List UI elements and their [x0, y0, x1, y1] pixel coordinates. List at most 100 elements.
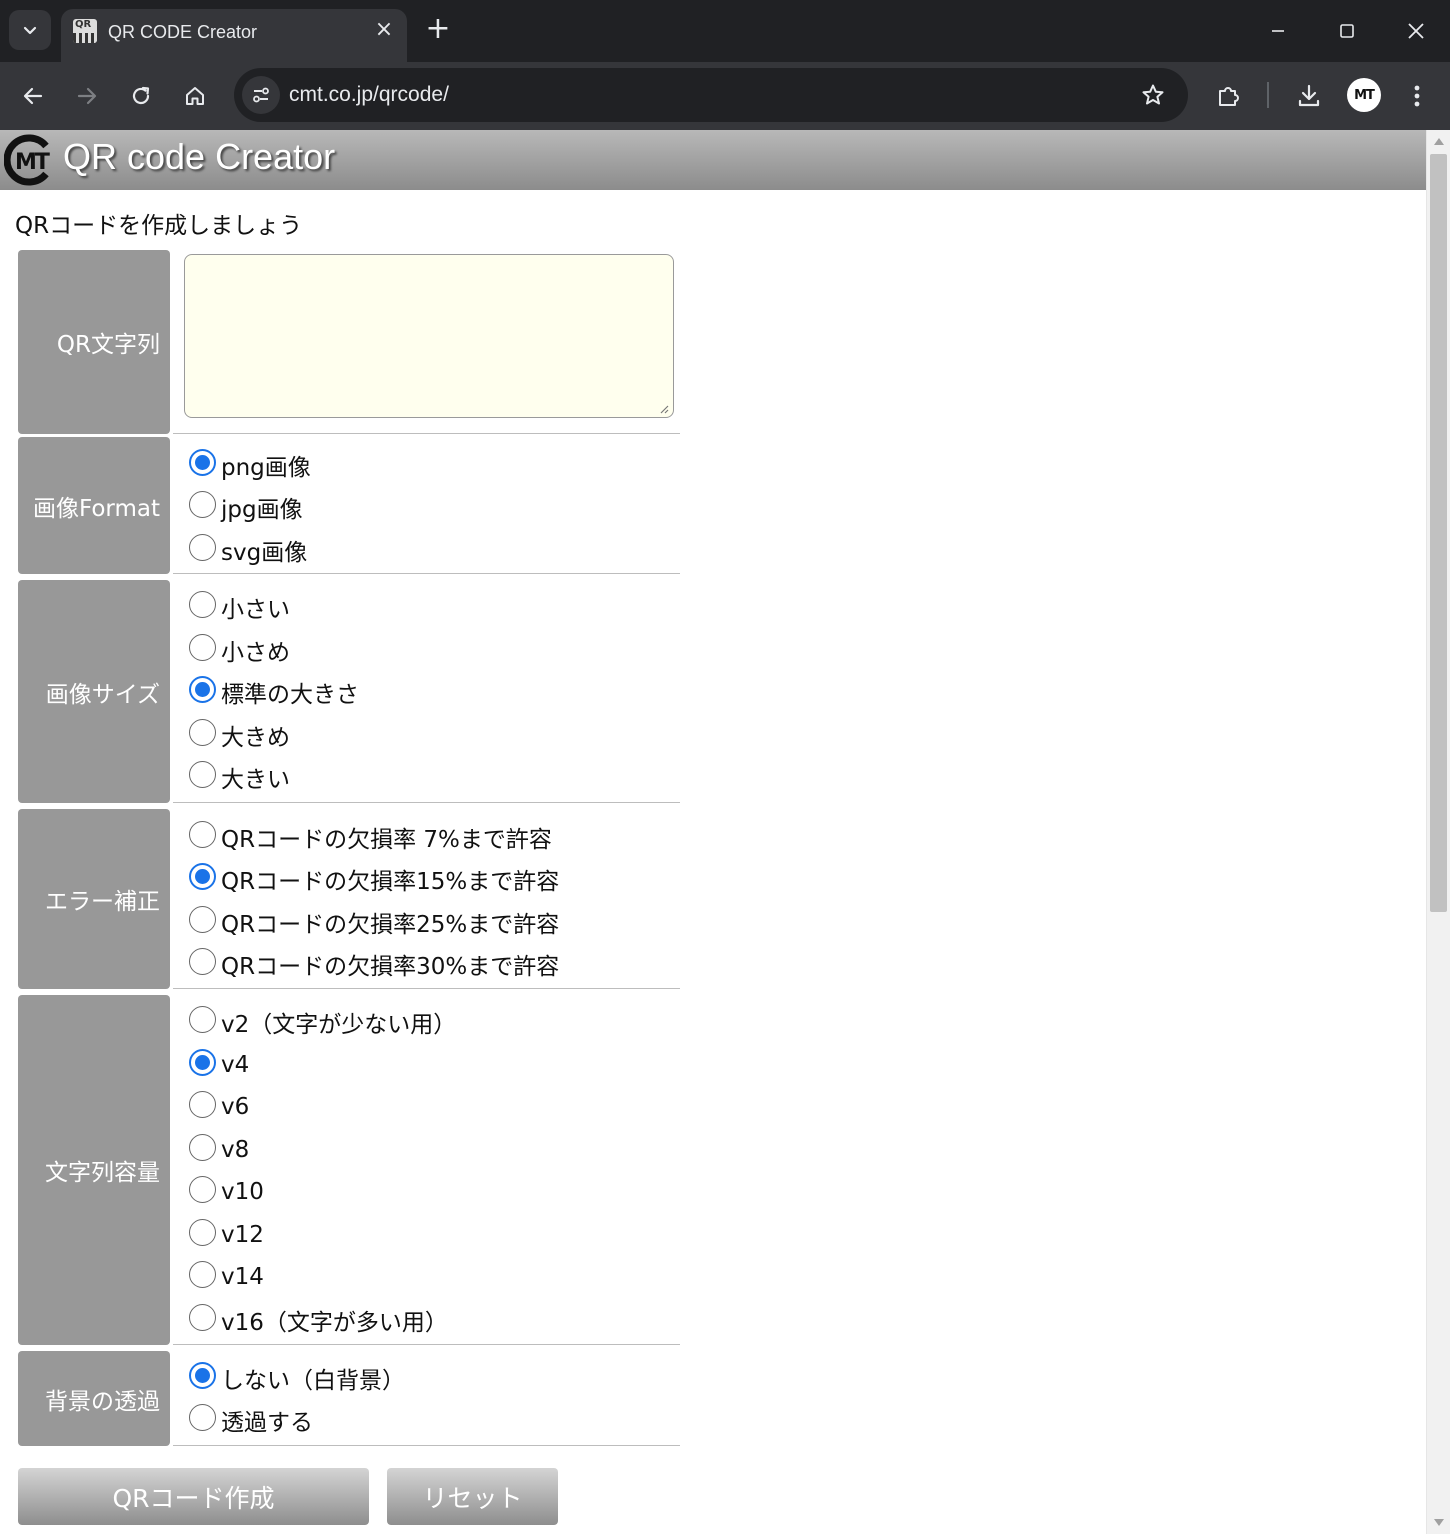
capacity-option-v16[interactable]: v16（文字が多い用）	[189, 1300, 448, 1340]
radio-button[interactable]	[189, 633, 216, 661]
option-label: QRコードの欠損率25%まで許容	[221, 912, 560, 938]
more-menu-icon[interactable]	[1399, 78, 1435, 114]
qr-text-cell	[173, 250, 680, 434]
tab-title: QR CODE Creator	[108, 22, 258, 42]
capacity-option-v12[interactable]: v12	[189, 1215, 264, 1255]
option-label: v16（文字が多い用）	[221, 1310, 448, 1336]
radio-button[interactable]	[189, 718, 216, 746]
minimize-window-icon[interactable]	[1258, 14, 1298, 48]
maximize-window-icon[interactable]	[1327, 14, 1367, 48]
option-label: v2（文字が少ない用）	[221, 1012, 457, 1038]
radio-button[interactable]	[189, 820, 216, 848]
row-qr-text: QR文字列	[18, 250, 680, 434]
radio-button[interactable]	[189, 1090, 216, 1118]
capacity-option-v10[interactable]: v10	[189, 1172, 264, 1212]
radio-button[interactable]	[189, 947, 216, 975]
option-label: v12	[221, 1222, 264, 1248]
radio-button-checked[interactable]	[189, 448, 216, 476]
size-option-large[interactable]: 大きい	[189, 757, 290, 797]
scroll-down-arrow-icon[interactable]	[1434, 1519, 1444, 1526]
radio-button[interactable]	[189, 1218, 216, 1246]
option-label: 透過する	[221, 1410, 313, 1436]
browser-tab-active[interactable]: QR QR CODE Creator ×	[61, 9, 407, 62]
size-label: 画像サイズ	[18, 580, 170, 803]
profile-avatar[interactable]: MT	[1347, 78, 1381, 112]
browser-tab-bar: QR QR CODE Creator × +	[0, 0, 1450, 62]
size-option-small[interactable]: 小さい	[189, 587, 290, 627]
url-text: cmt.co.jp/qrcode/	[289, 83, 449, 106]
transparency-options: しない（白背景） 透過する	[173, 1351, 680, 1446]
radio-button[interactable]	[189, 1175, 216, 1203]
forward-arrow-icon[interactable]	[69, 78, 105, 114]
radio-button-checked[interactable]	[189, 1048, 216, 1076]
option-label: 標準の大きさ	[221, 682, 359, 708]
intro-text: QRコードを作成しましょう	[15, 213, 303, 239]
cmt-logo-icon: MT	[4, 134, 52, 186]
format-option-jpg[interactable]: jpg画像	[189, 487, 303, 527]
capacity-option-v8[interactable]: v8	[189, 1130, 249, 1170]
error-option-15[interactable]: QRコードの欠損率15%まで許容	[189, 859, 559, 899]
radio-button[interactable]	[189, 533, 216, 561]
svg-text:MT: MT	[15, 150, 50, 175]
scrollbar-thumb[interactable]	[1430, 154, 1447, 912]
qr-text-input[interactable]	[184, 254, 674, 418]
row-format: 画像Format png画像 jpg画像 svg画像	[18, 437, 680, 574]
address-bar[interactable]: cmt.co.jp/qrcode/	[234, 68, 1188, 122]
size-options: 小さい 小さめ 標準の大きさ 大きめ 大きい	[173, 580, 680, 803]
resize-grip-icon[interactable]	[659, 404, 669, 414]
home-icon[interactable]	[177, 78, 213, 114]
reset-button[interactable]: リセット	[387, 1468, 558, 1525]
option-label: v14	[221, 1264, 264, 1290]
extensions-puzzle-icon[interactable]	[1211, 78, 1247, 114]
tab-search-button[interactable]	[9, 10, 51, 50]
option-label: 大きめ	[221, 725, 290, 751]
radio-button-checked[interactable]	[189, 1361, 216, 1389]
create-qr-button[interactable]: QRコード作成	[18, 1468, 369, 1525]
radio-button[interactable]	[189, 1133, 216, 1161]
capacity-label: 文字列容量	[18, 995, 170, 1345]
transparency-option-transparent[interactable]: 透過する	[189, 1400, 313, 1440]
bookmark-star-icon[interactable]	[1138, 80, 1168, 110]
download-icon[interactable]	[1291, 78, 1327, 114]
radio-button-checked[interactable]	[189, 675, 216, 703]
size-option-smaller[interactable]: 小さめ	[189, 630, 290, 670]
back-arrow-icon[interactable]	[15, 78, 51, 114]
radio-button[interactable]	[189, 1303, 216, 1331]
close-window-icon[interactable]	[1396, 14, 1436, 48]
option-label: 小さい	[221, 597, 290, 623]
radio-button[interactable]	[189, 1260, 216, 1288]
radio-button[interactable]	[189, 490, 216, 518]
row-error-correction: エラー補正 QRコードの欠損率 7%まで許容 QRコードの欠損率15%まで許容 …	[18, 809, 680, 989]
qr-favicon-icon: QR	[73, 19, 97, 43]
size-option-standard[interactable]: 標準の大きさ	[189, 672, 359, 712]
new-tab-plus-icon[interactable]: +	[424, 14, 452, 46]
capacity-option-v4[interactable]: v4	[189, 1045, 249, 1085]
radio-button[interactable]	[189, 1005, 216, 1033]
reload-icon[interactable]	[123, 78, 159, 114]
radio-button[interactable]	[189, 760, 216, 788]
error-option-7[interactable]: QRコードの欠損率 7%まで許容	[189, 817, 552, 857]
capacity-options: v2（文字が少ない用） v4 v6 v8 v10 v12 v14 v16（文字が…	[173, 995, 680, 1345]
row-size: 画像サイズ 小さい 小さめ 標準の大きさ 大きめ 大きい	[18, 580, 680, 803]
row-capacity: 文字列容量 v2（文字が少ない用） v4 v6 v8 v10 v12 v14 v…	[18, 995, 680, 1345]
error-option-30[interactable]: QRコードの欠損率30%まで許容	[189, 944, 559, 984]
capacity-option-v14[interactable]: v14	[189, 1257, 264, 1297]
radio-button-checked[interactable]	[189, 862, 216, 890]
scroll-up-arrow-icon[interactable]	[1434, 138, 1444, 145]
transparency-option-none[interactable]: しない（白背景）	[189, 1358, 405, 1398]
vertical-scrollbar[interactable]	[1426, 130, 1450, 1534]
size-option-larger[interactable]: 大きめ	[189, 715, 290, 755]
radio-button[interactable]	[189, 590, 216, 618]
radio-button[interactable]	[189, 1403, 216, 1431]
tab-close-icon[interactable]: ×	[373, 19, 395, 41]
radio-button[interactable]	[189, 905, 216, 933]
site-info-tune-icon[interactable]	[242, 76, 280, 114]
error-option-25[interactable]: QRコードの欠損率25%まで許容	[189, 902, 559, 942]
capacity-option-v6[interactable]: v6	[189, 1087, 249, 1127]
site-title: QR code Creator	[63, 136, 336, 177]
format-option-svg[interactable]: svg画像	[189, 530, 307, 570]
error-correction-options: QRコードの欠損率 7%まで許容 QRコードの欠損率15%まで許容 QRコードの…	[173, 809, 680, 989]
capacity-option-v2[interactable]: v2（文字が少ない用）	[189, 1002, 456, 1042]
format-option-png[interactable]: png画像	[189, 445, 311, 485]
profile-initials: MT	[1354, 87, 1375, 103]
